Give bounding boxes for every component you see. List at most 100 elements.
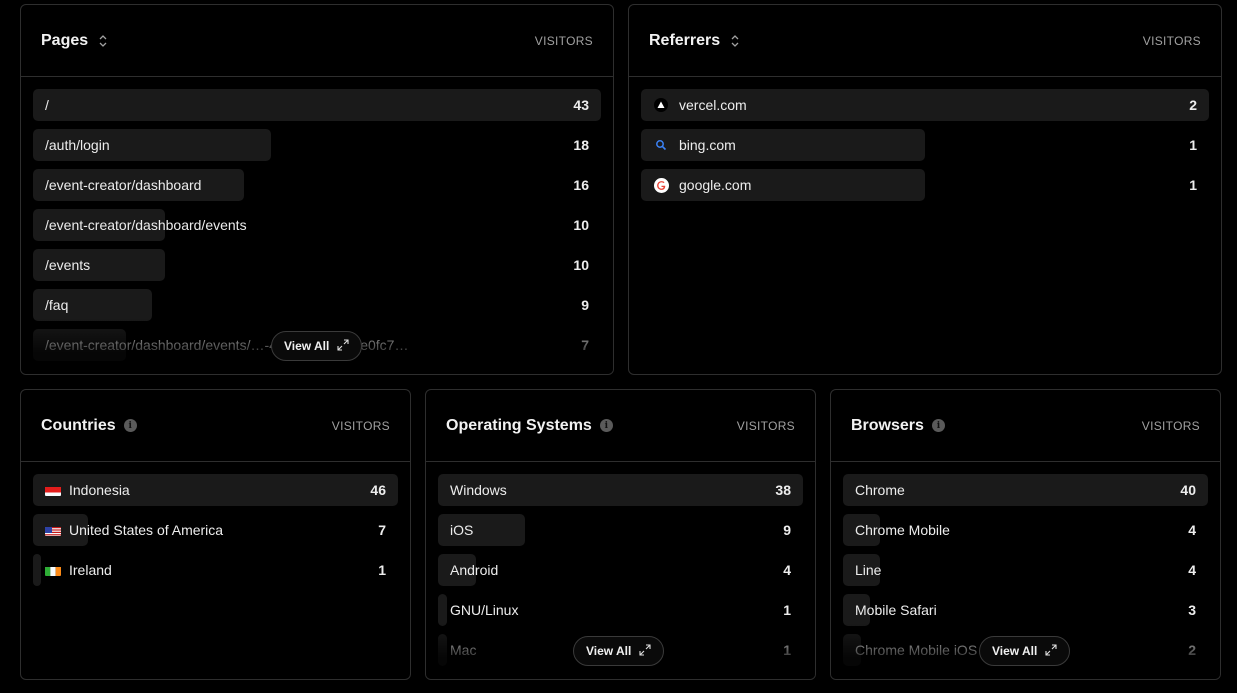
browser-name: Chrome Mobile iOS	[855, 642, 978, 658]
visitor-count: 3	[1188, 602, 1196, 618]
country-name: Indonesia	[69, 482, 130, 498]
page-path: /events	[45, 257, 91, 273]
visitor-count: 2	[1189, 97, 1197, 113]
referrers-header: Referrers VISITORS	[629, 5, 1221, 77]
pages-visitors-label: VISITORS	[534, 33, 593, 48]
list-item[interactable]: Chrome 40	[843, 474, 1208, 506]
browsers-title: Browsers	[851, 416, 924, 434]
list-item[interactable]: google.com 1	[641, 169, 1209, 201]
pages-title: Pages	[41, 31, 89, 49]
visitor-count: 1	[378, 562, 386, 578]
referrers-list: vercel.com 2 bing.com 1 google.com 1	[629, 77, 1221, 201]
visitor-count: 2	[1188, 642, 1196, 658]
visitor-count: 4	[783, 562, 791, 578]
vercel-icon	[653, 97, 669, 113]
visitor-count: 7	[378, 522, 386, 538]
visitor-count: 16	[573, 177, 589, 193]
os-name: iOS	[450, 522, 474, 538]
view-all-label: View All	[284, 339, 330, 353]
info-icon[interactable]: i	[123, 419, 137, 432]
countries-title: Countries	[41, 416, 116, 434]
list-item[interactable]: Ireland 1	[33, 554, 398, 586]
page-path: /faq	[45, 297, 69, 313]
os-visitors-label: VISITORS	[736, 418, 795, 433]
page-path: /event-creator/dashboard/events	[45, 217, 247, 233]
browser-name: Chrome Mobile	[855, 522, 950, 538]
visitor-count: 1	[1189, 137, 1197, 153]
list-item[interactable]: Line 4	[843, 554, 1208, 586]
country-name: United States of America	[69, 522, 224, 538]
pages-header: Pages VISITORS	[21, 5, 613, 77]
list-item[interactable]: United States of America 7	[33, 514, 398, 546]
os-name: GNU/Linux	[450, 602, 519, 618]
list-item[interactable]: /faq 9	[33, 289, 601, 321]
countries-visitors-label: VISITORS	[331, 418, 390, 433]
browser-name: Line	[855, 562, 882, 578]
visitor-count: 1	[783, 602, 791, 618]
visitor-count: 43	[573, 97, 589, 113]
os-view-all-button[interactable]: View All	[573, 636, 665, 666]
referrer-domain: google.com	[679, 177, 752, 193]
browser-name: Mobile Safari	[855, 602, 937, 618]
referrer-domain: bing.com	[679, 137, 736, 153]
list-item[interactable]: /auth/login 18	[33, 129, 601, 161]
countries-header: Countries i VISITORS	[21, 390, 410, 462]
sort-toggle-icon[interactable]	[98, 33, 108, 49]
expand-icon	[639, 643, 651, 659]
visitor-count: 7	[581, 337, 589, 353]
visitor-count: 4	[1188, 522, 1196, 538]
page-path: /	[45, 97, 49, 113]
browsers-view-all-button[interactable]: View All	[979, 636, 1071, 666]
usa-flag-icon	[45, 525, 61, 536]
list-item[interactable]: /event-creator/dashboard/events 10	[33, 209, 601, 241]
referrers-visitors-label: VISITORS	[1142, 33, 1201, 48]
info-icon[interactable]: i	[599, 419, 613, 432]
list-item[interactable]: bing.com 1	[641, 129, 1209, 161]
pages-view-all-button[interactable]: View All	[271, 331, 363, 361]
list-item[interactable]: Indonesia 46	[33, 474, 398, 506]
pages-list: / 43 /auth/login 18 /event-creator/dashboa…	[21, 77, 613, 361]
info-icon[interactable]: i	[931, 419, 945, 432]
referrer-domain: vercel.com	[679, 97, 747, 113]
share-bar	[33, 89, 601, 121]
visitor-count: 9	[783, 522, 791, 538]
visitor-count: 40	[1180, 482, 1196, 498]
countries-list: Indonesia 46 United States of America 7 …	[21, 462, 410, 586]
visitor-count: 10	[573, 217, 589, 233]
os-name: Android	[450, 562, 499, 578]
sort-toggle-icon[interactable]	[730, 33, 740, 49]
list-item[interactable]: Chrome Mobile 4	[843, 514, 1208, 546]
expand-icon	[1045, 643, 1057, 659]
visitor-count: 38	[775, 482, 791, 498]
country-name: Ireland	[69, 562, 112, 578]
list-item[interactable]: vercel.com 2	[641, 89, 1209, 121]
visitor-count: 18	[573, 137, 589, 153]
list-item[interactable]: iOS 9	[438, 514, 803, 546]
pages-panel: Pages VISITORS / 43 /auth/login 18 /event-…	[20, 4, 614, 375]
expand-icon	[337, 338, 349, 354]
visitor-count: 10	[573, 257, 589, 273]
visitor-count: 1	[783, 642, 791, 658]
browsers-panel: Browsers i VISITORS Chrome 40 Chrome Mobi…	[830, 389, 1221, 680]
browser-name: Chrome	[855, 482, 905, 498]
list-item[interactable]: Android 4	[438, 554, 803, 586]
list-item[interactable]: Mobile Safari 3	[843, 594, 1208, 626]
list-item[interactable]: GNU/Linux 1	[438, 594, 803, 626]
referrers-title: Referrers	[649, 31, 721, 49]
list-item[interactable]: /event-creator/dashboard 16	[33, 169, 601, 201]
list-item[interactable]: /events 10	[33, 249, 601, 281]
page-path: /event-creator/dashboard	[45, 177, 202, 193]
page-path: /auth/login	[45, 137, 110, 153]
os-title: Operating Systems	[446, 416, 592, 434]
browsers-header: Browsers i VISITORS	[831, 390, 1220, 462]
list-item[interactable]: Windows 38	[438, 474, 803, 506]
os-name: Windows	[450, 482, 507, 498]
referrers-panel: Referrers VISITORS vercel.com 2 bing.com…	[628, 4, 1222, 375]
indonesia-flag-icon	[45, 485, 61, 496]
visitor-count: 4	[1188, 562, 1196, 578]
list-item[interactable]: / 43	[33, 89, 601, 121]
ireland-flag-icon	[45, 565, 61, 576]
visitor-count: 9	[581, 297, 589, 313]
visitor-count: 1	[1189, 177, 1197, 193]
countries-panel: Countries i VISITORS Indonesia 46 United…	[20, 389, 411, 680]
